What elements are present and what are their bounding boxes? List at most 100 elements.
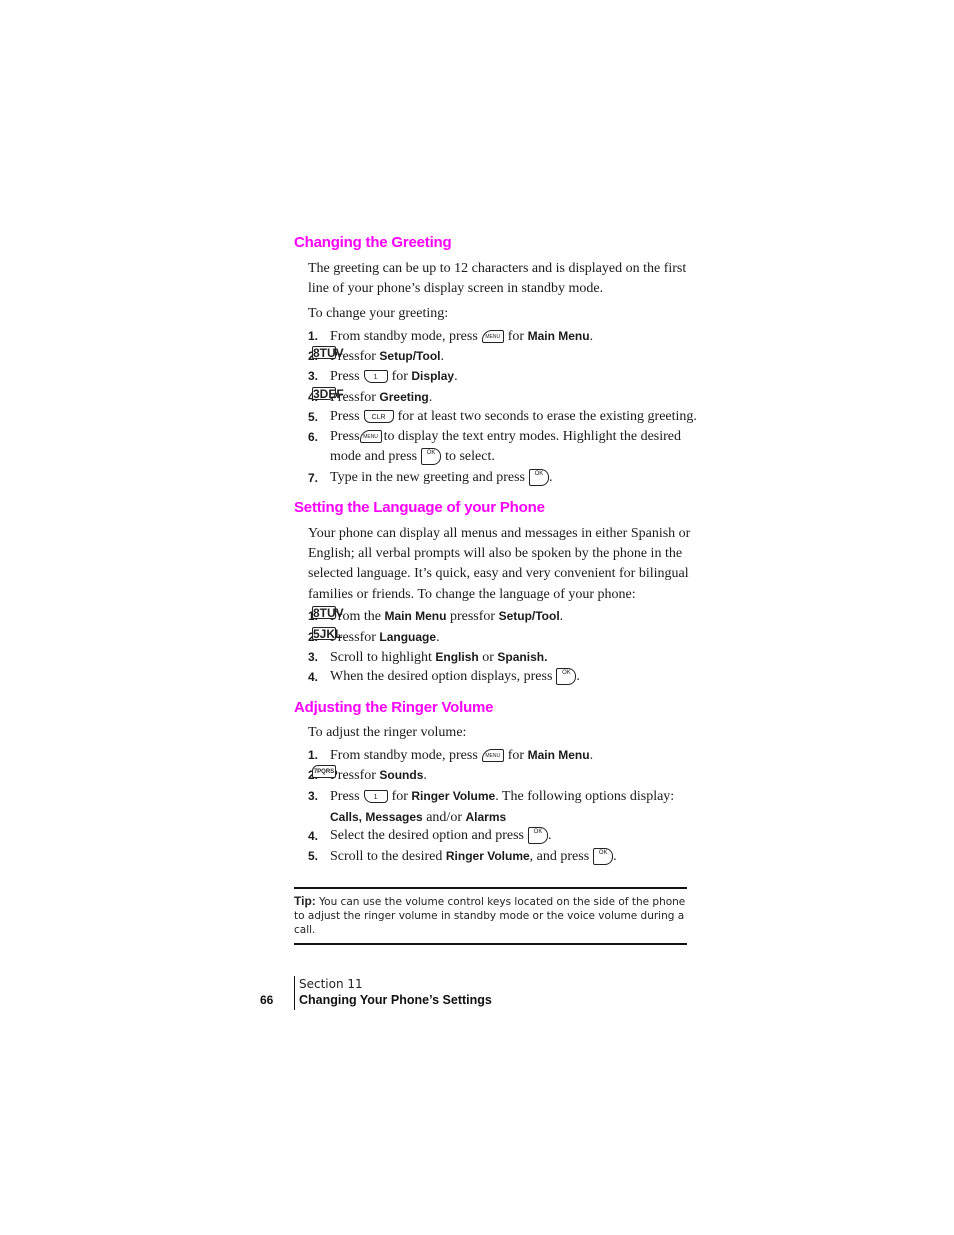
step-text: From standby mode, press [330,748,478,763]
step-bold: Ringer Volume [445,849,530,863]
step-text: . [576,669,580,684]
step-number: 4. [308,670,319,684]
greeting-lead: To change your greeting: [308,306,449,321]
greeting-step-1: 1. From standby mode, press MENU for Main … [308,326,698,347]
greeting-step-4: 4. Press3DEFfor Greeting. [308,387,698,408]
step-text: Press [330,789,360,804]
step-text: for [359,768,376,783]
key-3-icon: 3DEF [312,387,344,401]
step-text: From standby mode, press [330,329,478,344]
step-text: Press [330,369,360,384]
ok-key-icon: OK [528,827,549,845]
step-text: . [436,630,440,645]
step-text: . [440,349,445,364]
step-text: . [423,768,427,783]
language-step-2: 2. Press5JKLfor Language. [308,627,698,648]
step-text: for [359,390,376,405]
step-bold: English [435,650,479,664]
step-text: Press [330,409,360,424]
step-text: for at least two seconds to erase the ex… [397,409,697,424]
step-text: . [613,849,617,864]
language-step-4: 4. When the desired option displays, pre… [308,667,698,687]
language-step-3: 3. Scroll to highlight English or Spanis… [308,647,698,668]
ringer-lead: To adjust the ringer volume: [308,725,467,740]
step-text: . The following options display: [495,789,675,804]
footer-section: Section 11 [299,977,363,991]
step-bold: Main Menu [527,329,590,343]
step-bold: Sounds [379,768,424,782]
ringer-step-3: 3. Press 1 for Ringer Volume. The followin… [308,786,698,828]
step-text: or [482,650,494,665]
footer-divider [294,976,295,1010]
language-intro: Your phone can display all menus and mes… [308,526,691,602]
step-text: When the desired option displays, press [330,669,553,684]
step-bold: Ringer Volume [411,789,496,803]
greeting-step-6: 6. Press MENU to display the text entry mo… [308,427,698,467]
step-text: . [454,369,458,384]
footer-title: Changing Your Phone’s Settings [299,993,492,1007]
step-bold: Language [379,630,437,644]
step-text: Scroll to highlight [330,650,432,665]
step-text: , and press [529,849,590,864]
ringer-step-5: 5. Scroll to the desired Ringer Volume, … [308,846,698,867]
key-7-icon: 7PQRS [312,765,336,778]
step-bold: Main Menu [384,609,447,623]
clr-key-icon: CLR [363,410,394,424]
ringer-step-2: 2. Press7PQRSfor Sounds. [308,765,698,786]
step-number: 3. [308,650,319,664]
step-bold: Main Menu [527,748,590,762]
step-number: 4. [308,829,319,843]
ringer-step-1: 1. From standby mode, press MENU for Main … [308,745,698,766]
step-text: . [559,609,564,624]
step-bold: Greeting [379,390,429,404]
greeting-intro: The greeting can be up to 12 characters … [308,261,687,297]
step-text: Scroll to the desired [330,849,443,864]
step-number: 7. [308,471,319,485]
step-number: 5. [308,410,319,424]
step-text: for [507,329,525,344]
key-1-icon: 1 [363,790,388,804]
heading-changing-greeting: Changing the Greeting [294,234,452,251]
key-8-icon: 8TUV [312,606,344,620]
heading-ringer-volume: Adjusting the Ringer Volume [294,699,494,716]
step-number: 1. [308,748,319,762]
step-text: for [507,748,525,763]
step-text: Type in the new greeting and press [330,470,525,485]
tip-box: Tip: You can use the volume control keys… [294,887,687,945]
key-8-icon: 8TUV [312,346,344,360]
step-text: for [478,609,496,624]
ok-key-icon: OK [528,469,549,487]
greeting-step-7: 7. Type in the new greeting and press OK. [308,468,698,488]
step-number: 3. [308,369,319,383]
ok-key-icon: OK [593,848,614,866]
step-text: Select the desired option and press [330,828,525,843]
menu-key-icon: MENU [359,430,382,444]
step-bold: Spanish. [497,650,548,664]
greeting-step-5: 5. Press CLR for at least two seconds to e… [308,407,698,427]
menu-key-icon: MENU [481,330,504,344]
step-text: to select. [445,449,495,465]
step-text: for [391,789,408,804]
ringer-step-4: 4. Select the desired option and press OK… [308,826,698,846]
step-number: 1. [308,329,319,343]
tip-body: You can use the volume control keys loca… [294,896,686,936]
step-text: . [548,828,552,843]
step-text: to display the text entry modes. Highlig… [330,429,682,465]
manual-page: Changing the Greeting The greeting can b… [0,0,954,1235]
step-text: . [428,390,433,405]
greeting-step-3: 3. Press 1 for Display. [308,366,698,387]
step-text: for [359,630,376,645]
step-bold: Calls, Messages [330,810,423,825]
step-number: 3. [308,789,319,803]
step-bold: Setup/Tool [379,349,441,363]
heading-setting-language: Setting the Language of your Phone [294,499,545,516]
step-text: for [391,369,408,384]
page-number: 66 [260,993,274,1007]
step-number: 5. [308,849,319,863]
key-5-icon: 5JKL [312,627,343,641]
ok-key-icon: OK [421,448,442,466]
step-text: Press [330,429,360,444]
step-text: . [548,470,553,485]
step-text: . [589,329,594,344]
key-1-icon: 1 [363,370,388,384]
